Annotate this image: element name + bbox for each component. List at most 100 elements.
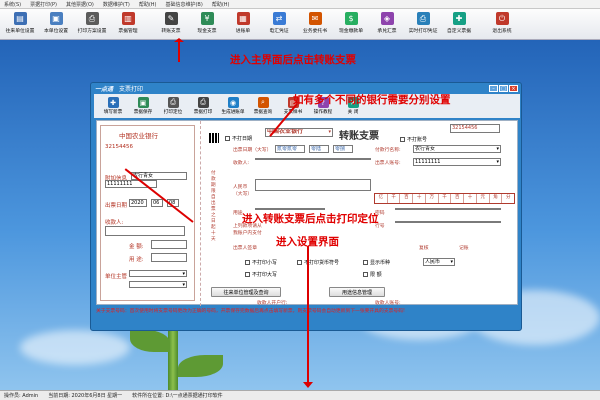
menu-item[interactable]: 系统(S) bbox=[4, 1, 21, 8]
payer-account-select[interactable]: 11111111 bbox=[413, 158, 501, 166]
payee-select[interactable] bbox=[255, 158, 371, 160]
stub-accountant-select[interactable] bbox=[129, 281, 187, 288]
tool-label: 票据保存 bbox=[133, 110, 153, 115]
show-currency-checkbox[interactable]: 显示币种 bbox=[363, 259, 390, 266]
review-label: 复核 bbox=[419, 246, 429, 251]
toolbar-button[interactable]: ⏻ 退出系统 bbox=[484, 9, 520, 39]
no-print-upper-checkbox[interactable]: 不打印大写 bbox=[245, 271, 277, 278]
exit-icon: ⏻ bbox=[495, 12, 509, 25]
rmb-upper-field[interactable] bbox=[255, 179, 371, 191]
toolbar-button[interactable]: ✉ 业务委托书 bbox=[297, 9, 333, 39]
main-toolbar: ▤ 往来单位设置 ▣ 本单位设置 ⎙ 打印方案设置 ▥ 票据管理 ✎ 转账支票 ¥ 现金支票 ▦ 进账单 ⇄… bbox=[0, 9, 600, 40]
payee-unit-manage-button[interactable]: 往来单位管理及查询 bbox=[211, 287, 281, 297]
stub-amount-field[interactable] bbox=[151, 240, 187, 249]
minimize-icon[interactable]: – bbox=[489, 85, 498, 92]
check-day-field[interactable]: 零捌 bbox=[333, 145, 353, 153]
stub-bank: 中国农业银行 bbox=[119, 132, 158, 140]
status-bar: 操作员: Admin 当前日期: 2020年6月8日 星期一 软件所在位置: D… bbox=[0, 390, 600, 400]
status-operator: 操作员: Admin bbox=[4, 393, 39, 399]
window-tool-button[interactable]: ✚ 填写新票 bbox=[98, 97, 128, 115]
window-tool-button[interactable]: ⎙ 票据打印 bbox=[188, 97, 218, 115]
window-tool-button[interactable]: ⌕ 票据查询 bbox=[248, 97, 278, 115]
no-print-lower-checkbox[interactable]: 不打印小写 bbox=[245, 259, 277, 266]
toolbar-label: 现金支票 bbox=[197, 29, 217, 34]
menu-bar: 系统(S) 票据打印(P) 其他票据(O) 数据维护(T) 帮助(H) 基础信息维护(B)… bbox=[0, 0, 600, 9]
no-date-checkbox[interactable]: 不打日期 bbox=[225, 135, 252, 142]
menu-item[interactable]: 帮助(H) bbox=[212, 1, 230, 8]
limit-checkbox[interactable]: 限 额 bbox=[363, 271, 382, 278]
payee-label: 收款人: bbox=[233, 161, 250, 166]
cloud bbox=[20, 330, 130, 365]
close-icon[interactable]: × bbox=[509, 85, 518, 92]
no-account-checkbox[interactable]: 不打账号 bbox=[400, 136, 427, 143]
tool-label: 填写新票 bbox=[103, 110, 123, 115]
menu-item[interactable]: 数据维护(T) bbox=[103, 1, 130, 8]
printer-settings-icon: ⎙ bbox=[85, 12, 99, 25]
toolbar-button[interactable]: ¥ 现金支票 bbox=[189, 9, 225, 39]
tool-icon: ⎙ bbox=[197, 97, 209, 108]
tool-label: 票据查询 bbox=[253, 110, 273, 115]
toolbar-button[interactable]: $ 现金缴款单 bbox=[333, 9, 369, 39]
use-select[interactable] bbox=[255, 208, 325, 210]
toolbar-button[interactable]: ▦ 进账单 bbox=[225, 9, 261, 39]
menu-item[interactable]: 其他票据(O) bbox=[66, 1, 94, 8]
stub-unit-select[interactable] bbox=[129, 270, 187, 277]
date-upper-label: 出票日期（大写） bbox=[233, 148, 272, 153]
currency-select[interactable]: 人民币 bbox=[423, 258, 455, 266]
ledger-icon: ▥ bbox=[121, 12, 135, 25]
toolbar-label: 电汇凭证 bbox=[269, 29, 289, 34]
check-print-window: 一点通 支票打印 – □ × ✚ 填写新票 ▣ 票据保存 ⎙ 打印定位 ⎙ 票据打印 ◉ 生成进账… bbox=[90, 82, 522, 331]
toolbar-button[interactable]: ▥ 票据管理 bbox=[110, 9, 146, 39]
stub-use-field[interactable] bbox=[151, 253, 187, 262]
payer-bank-label: 付款行名称: bbox=[375, 148, 401, 153]
address-book-icon: ▤ bbox=[13, 12, 27, 25]
app-logo: 一点通 bbox=[95, 86, 114, 93]
maximize-icon[interactable]: □ bbox=[499, 85, 508, 92]
custom-bill-icon: ✚ bbox=[452, 12, 466, 25]
use-info-manage-button[interactable]: 用途信息管理 bbox=[329, 287, 385, 297]
toolbar-button[interactable]: ▣ 本单位设置 bbox=[38, 9, 74, 39]
password-field[interactable] bbox=[395, 208, 501, 210]
amount-unit-cell: 千 bbox=[388, 194, 401, 203]
toolbar-button[interactable]: ⎙ 实时打印凭证 bbox=[405, 9, 441, 39]
window-controls: – □ × bbox=[489, 85, 518, 92]
toolbar-button[interactable]: ◈ 承兑汇票 bbox=[369, 9, 405, 39]
id-card-icon: ▣ bbox=[49, 12, 63, 25]
toolbar-button[interactable]: ✚ 自定义票据 bbox=[441, 9, 477, 39]
check-year-field[interactable]: 贰零贰零 bbox=[275, 145, 305, 153]
window-tool-button[interactable]: ▣ 票据保存 bbox=[128, 97, 158, 115]
annotation-arrow bbox=[178, 40, 180, 62]
line-no-field[interactable] bbox=[395, 221, 501, 223]
toolbar-button[interactable]: ⇄ 电汇凭证 bbox=[261, 9, 297, 39]
stub-month-field[interactable]: 06 bbox=[151, 199, 163, 207]
cash-check-icon: ¥ bbox=[200, 12, 214, 25]
check-serial-field[interactable]: 32154456 bbox=[450, 124, 500, 133]
stub-receiver-field[interactable] bbox=[105, 226, 185, 236]
stub-date-label: 出票日期 bbox=[105, 203, 128, 209]
pen-icon: ✎ bbox=[164, 12, 178, 25]
menu-item[interactable]: 基础信息维护(B) bbox=[165, 1, 202, 8]
toolbar-button[interactable]: ⎙ 打印方案设置 bbox=[74, 9, 110, 39]
window-tool-button[interactable]: ⎙ 打印定位 bbox=[158, 97, 188, 115]
tool-icon: ▣ bbox=[137, 97, 149, 108]
tool-label: 关 闭 bbox=[347, 110, 359, 115]
stub-amount-label: 金 额: bbox=[129, 244, 144, 250]
check-month-field[interactable]: 零陆 bbox=[309, 145, 329, 153]
toolbar-button[interactable]: ✎ 转账支票 bbox=[153, 9, 189, 39]
amount-unit-cell: 角 bbox=[490, 194, 503, 203]
amount-grid[interactable]: 亿千百十万千百十元角分 bbox=[374, 193, 515, 204]
toolbar-button[interactable]: ▤ 往来单位设置 bbox=[2, 9, 38, 39]
stub-year-field[interactable]: 2020 bbox=[129, 199, 147, 207]
menu-item[interactable]: 帮助(H) bbox=[139, 1, 157, 8]
tool-icon: ◉ bbox=[227, 97, 239, 108]
status-date: 当前日期: 2020年6月8日 星期一 bbox=[48, 393, 123, 399]
payer-bank-select[interactable]: 农行青女 bbox=[413, 145, 501, 153]
menu-item[interactable]: 票据打印(P) bbox=[30, 1, 57, 8]
payment-term-stamp: 付款期限自出票之日起十天 bbox=[211, 171, 216, 242]
payer-account-label: 出票人账号: bbox=[375, 161, 401, 166]
annotation-click-print-position: 进入转账支票后点击打印定位 bbox=[242, 213, 379, 225]
payee-account-bank-label: 收款人开户行: bbox=[257, 301, 288, 306]
realtime-print-icon: ⎙ bbox=[416, 12, 430, 25]
no-currency-symbol-checkbox[interactable]: 不打印货币符号 bbox=[297, 259, 339, 266]
window-tool-button[interactable]: ◉ 生成进账单 bbox=[218, 97, 248, 115]
